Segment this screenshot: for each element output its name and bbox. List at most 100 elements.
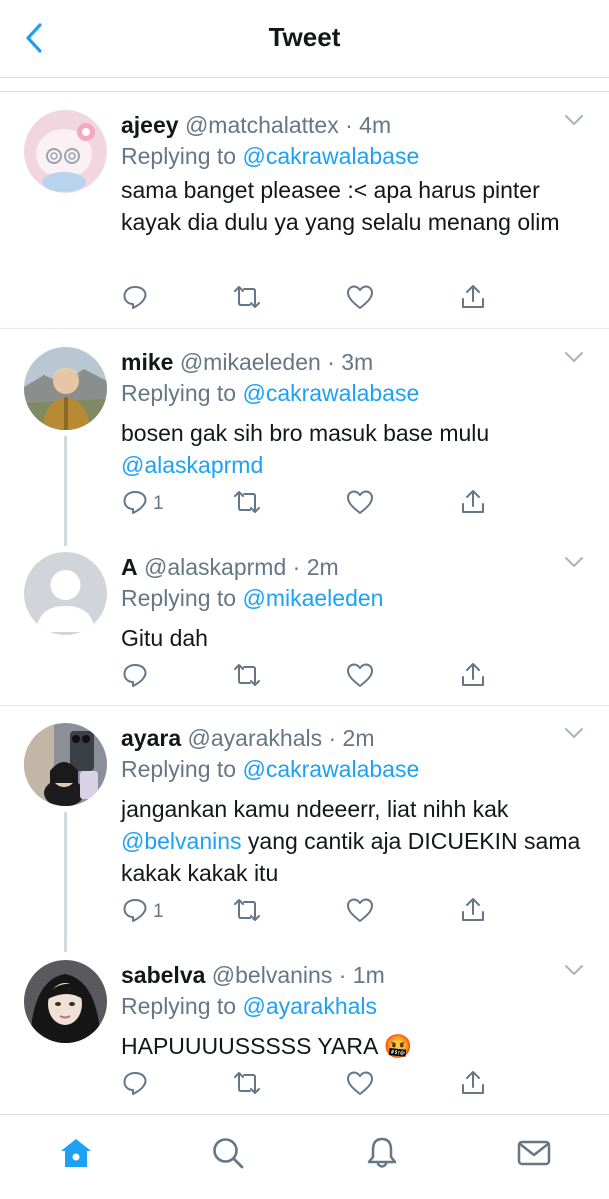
tweet-header: A @alaskaprmd · 2m	[121, 552, 589, 582]
tweet-text: Gitu dah	[121, 625, 208, 651]
tweet-text-body: jangankan kamu ndeeerr, liat nihh kak	[121, 796, 509, 822]
tweet-header: mike @mikaeleden · 3m	[121, 347, 589, 377]
share-button[interactable]	[459, 895, 487, 929]
share-icon	[459, 283, 487, 316]
like-button[interactable]	[345, 895, 375, 929]
retweet-icon	[231, 661, 263, 694]
share-icon	[459, 661, 487, 694]
share-button[interactable]	[459, 660, 487, 694]
tab-notifications[interactable]	[360, 1131, 404, 1175]
author-handle[interactable]: @ayarakhals	[188, 725, 323, 751]
timestamp: 3m	[341, 349, 374, 375]
tweet-text: bosen gak sih bro masuk base mulu @alask…	[121, 417, 589, 481]
replying-to-mention[interactable]: @mikaeleden	[242, 585, 383, 611]
reply-icon	[121, 488, 149, 521]
avatar[interactable]	[24, 552, 107, 635]
reply-icon	[121, 661, 149, 694]
tweet-header: ayara @ayarakhals · 2m	[121, 723, 589, 753]
avatar[interactable]	[24, 960, 107, 1043]
replying-to-mention[interactable]: @cakrawalabase	[242, 380, 419, 406]
chevron-down-icon[interactable]	[561, 960, 587, 980]
author-name[interactable]: ajeey	[121, 112, 179, 138]
tweet-text-mention[interactable]: @alaskaprmd	[121, 452, 263, 478]
divider	[0, 705, 609, 706]
tweet-actions: 1	[121, 895, 491, 929]
timestamp: 1m	[352, 962, 385, 988]
tweet-actions	[121, 660, 491, 694]
retweet-button[interactable]	[231, 1068, 263, 1102]
reply-button[interactable]	[121, 1068, 149, 1102]
author-name[interactable]: ayara	[121, 725, 181, 751]
replying-to: Replying to @cakrawalabase	[121, 377, 589, 409]
avatar[interactable]	[24, 723, 107, 806]
tweet-header: sabelva @belvanins · 1m	[121, 960, 589, 990]
reply-button[interactable]	[121, 282, 149, 316]
like-button[interactable]	[345, 660, 375, 694]
tab-search[interactable]	[206, 1131, 250, 1175]
like-button[interactable]	[345, 487, 375, 521]
page-title: Tweet	[268, 22, 341, 52]
author-handle[interactable]: @mikaeleden	[180, 349, 321, 375]
tab-messages[interactable]	[512, 1131, 556, 1175]
replying-to-label: Replying to	[121, 143, 237, 169]
timestamp: 2m	[342, 725, 375, 751]
notifications-bell-icon	[367, 1137, 397, 1168]
chevron-down-icon[interactable]	[561, 723, 587, 743]
search-icon	[213, 1138, 244, 1169]
reply-button[interactable]: 1	[121, 895, 164, 929]
chevron-down-icon[interactable]	[561, 347, 587, 367]
tweet-text-body: bosen gak sih bro masuk base mulu	[121, 420, 490, 446]
heart-icon	[345, 488, 375, 521]
reply-count: 1	[153, 493, 164, 514]
heart-icon	[345, 283, 375, 316]
like-button[interactable]	[345, 282, 375, 316]
author-handle[interactable]: @belvanins	[212, 962, 333, 988]
share-button[interactable]	[459, 282, 487, 316]
tweet-text: sama banget pleasee :< apa harus pinter …	[121, 177, 560, 235]
tweet-text-mention[interactable]: @belvanins	[121, 828, 242, 854]
reply-button[interactable]: 1	[121, 487, 164, 521]
reply-icon	[121, 1069, 149, 1102]
replying-to-mention[interactable]: @cakrawalabase	[242, 756, 419, 782]
avatar[interactable]	[24, 347, 107, 430]
replying-to: Replying to @ayarakhals	[121, 990, 589, 1022]
author-handle[interactable]: @matchalattex	[185, 112, 339, 138]
timestamp: 4m	[359, 112, 392, 138]
author-name[interactable]: mike	[121, 349, 173, 375]
reply-icon	[121, 896, 149, 929]
like-button[interactable]	[345, 1068, 375, 1102]
tweet-reply[interactable]: ayara @ayarakhals · 2m Replying to @cakr…	[0, 723, 609, 933]
author-handle[interactable]: @alaskaprmd	[144, 554, 286, 580]
tweet-reply[interactable]: ajeey @matchalattex · 4m Replying to @ca…	[0, 110, 609, 328]
share-button[interactable]	[459, 487, 487, 521]
tweet-text: jangankan kamu ndeeerr, liat nihh kak @b…	[121, 793, 589, 889]
heart-icon	[345, 661, 375, 694]
chevron-down-icon[interactable]	[561, 110, 587, 130]
bottom-tab-bar	[0, 1114, 609, 1199]
chevron-down-icon[interactable]	[561, 552, 587, 572]
author-name[interactable]: A	[121, 554, 138, 580]
replying-to-label: Replying to	[121, 756, 237, 782]
retweet-button[interactable]	[231, 660, 263, 694]
separator-dot: ·	[328, 725, 337, 751]
author-name[interactable]: sabelva	[121, 962, 205, 988]
replying-to-mention[interactable]: @cakrawalabase	[242, 143, 419, 169]
tweet-reply[interactable]: sabelva @belvanins · 1m Replying to @aya…	[0, 960, 609, 1110]
avatar[interactable]	[24, 110, 107, 193]
share-button[interactable]	[459, 1068, 487, 1102]
share-icon	[459, 488, 487, 521]
retweet-icon	[231, 896, 263, 929]
top-nav-bar: Tweet	[0, 0, 609, 78]
tab-home[interactable]	[54, 1131, 98, 1175]
replying-to-mention[interactable]: @ayarakhals	[242, 993, 377, 1019]
tweet-reply[interactable]: mike @mikaeleden · 3m Replying to @cakra…	[0, 347, 609, 527]
thread-connector	[64, 436, 67, 546]
retweet-button[interactable]	[231, 282, 263, 316]
reply-button[interactable]	[121, 660, 149, 694]
retweet-icon	[231, 1069, 263, 1102]
tweet-reply[interactable]: A @alaskaprmd · 2m Replying to @mikaeled…	[0, 552, 609, 708]
retweet-button[interactable]	[231, 895, 263, 929]
retweet-button[interactable]	[231, 487, 263, 521]
tweet-text-body: HAPUUUUSSSSS YARA	[121, 1033, 378, 1059]
replying-to: Replying to @cakrawalabase	[121, 753, 589, 785]
